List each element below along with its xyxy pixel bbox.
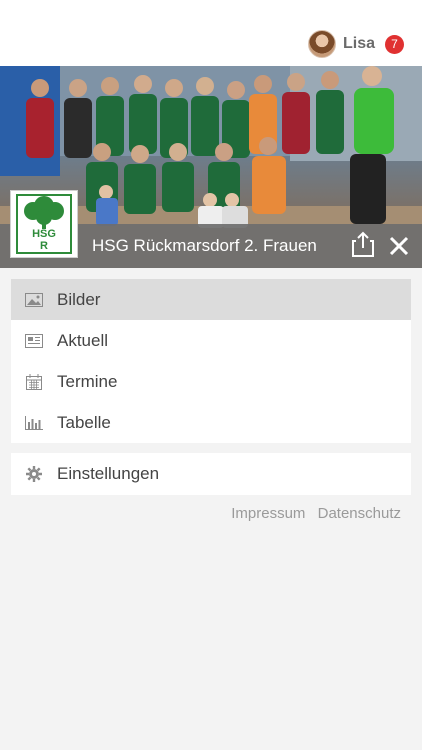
menu-item-tabelle[interactable]: Tabelle	[11, 402, 411, 443]
footer-links: Impressum Datenschutz	[223, 505, 401, 522]
main-menu: Bilder Aktuell Termine Tabelle	[11, 279, 411, 443]
impressum-link[interactable]: Impressum	[231, 505, 305, 522]
close-icon	[389, 236, 409, 256]
logo-text-top: HSG	[32, 228, 56, 240]
menu-item-einstellungen[interactable]: Einstellungen	[11, 453, 411, 495]
user-menu[interactable]: Lisa 7	[307, 29, 404, 59]
top-bar: Lisa 7	[0, 0, 422, 66]
empty-area	[0, 535, 422, 750]
menu-item-label: Aktuell	[57, 330, 109, 350]
logo-text-bottom: R	[40, 240, 48, 252]
share-button[interactable]	[352, 231, 374, 257]
gear-icon	[25, 465, 43, 483]
bar-chart-icon	[25, 414, 43, 432]
datenschutz-link[interactable]: Datenschutz	[318, 505, 401, 522]
menu-item-label: Einstellungen	[57, 464, 160, 483]
menu-item-label: Termine	[57, 371, 118, 391]
notification-badge[interactable]: 7	[385, 34, 404, 54]
calendar-icon	[25, 373, 43, 391]
team-title: HSG Rückmarsdorf 2. Frauen	[92, 236, 317, 255]
avatar[interactable]	[307, 30, 336, 58]
image-icon	[25, 291, 43, 309]
news-icon	[25, 332, 43, 350]
menu-item-bilder[interactable]: Bilder	[11, 279, 411, 320]
menu-item-label: Tabelle	[57, 412, 111, 432]
share-icon	[352, 231, 374, 257]
user-name[interactable]: Lisa	[343, 35, 375, 53]
menu-item-termine[interactable]: Termine	[11, 361, 411, 402]
menu-item-label: Bilder	[57, 289, 101, 309]
team-logo: HSG R	[10, 190, 78, 258]
menu-item-aktuell[interactable]: Aktuell	[11, 320, 411, 361]
close-button[interactable]	[389, 236, 409, 256]
